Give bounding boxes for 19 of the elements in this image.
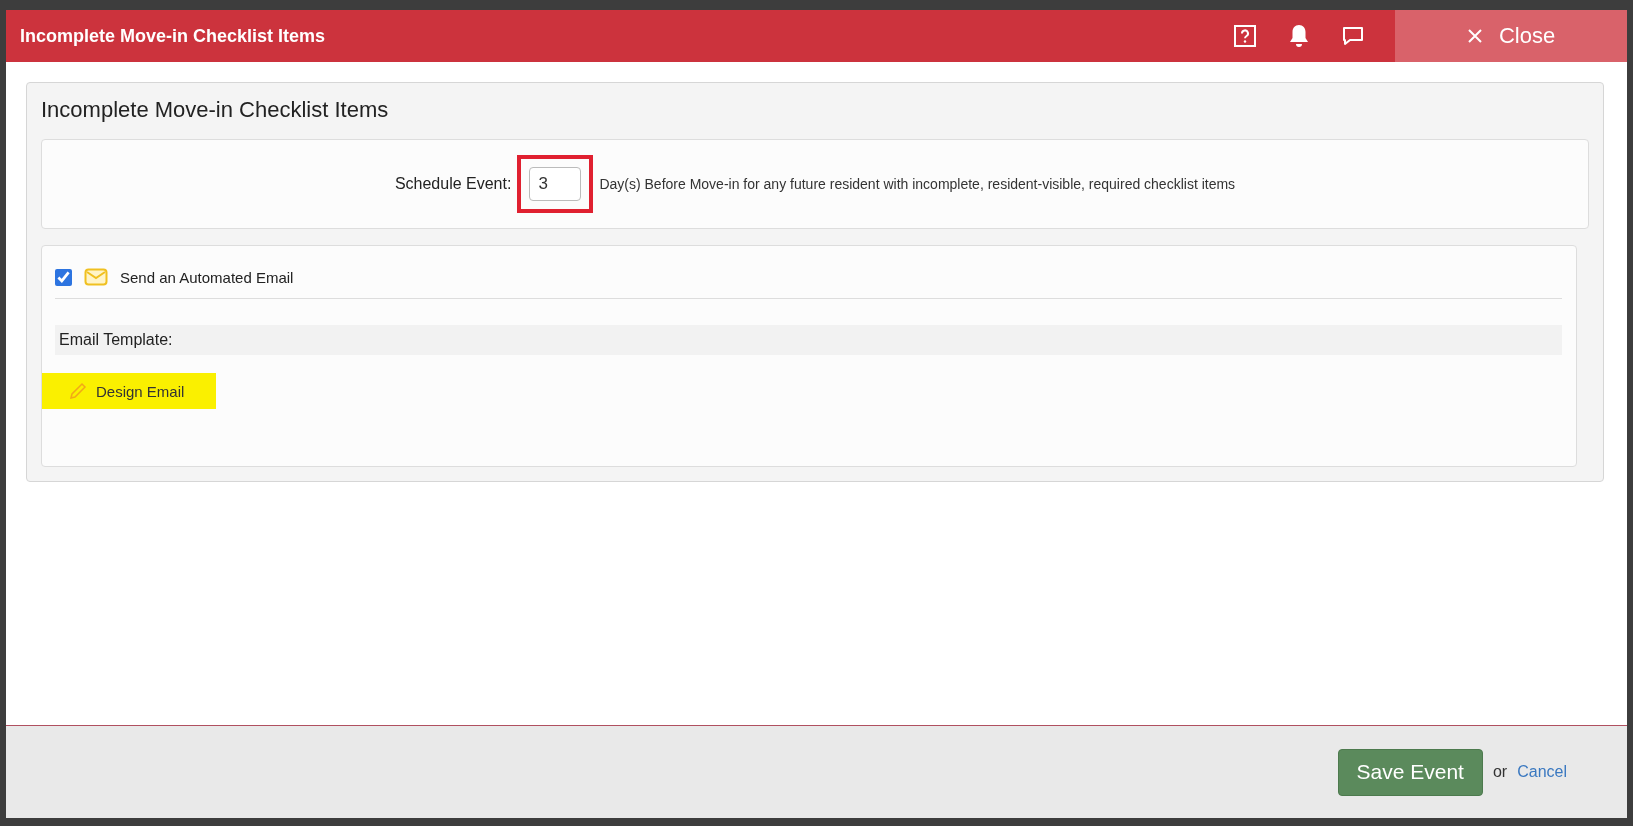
- template-label: Email Template:: [59, 331, 173, 348]
- chat-icon[interactable]: [1341, 25, 1365, 47]
- schedule-label: Schedule Event:: [394, 175, 512, 193]
- help-icon[interactable]: [1233, 24, 1257, 48]
- save-button[interactable]: Save Event: [1337, 748, 1483, 796]
- pencil-icon: [68, 381, 88, 401]
- email-label: Send an Automated Email: [120, 268, 294, 286]
- or-text: or: [1492, 763, 1508, 781]
- schedule-description: Day(s) Before Move-in for any future resident with incomplete, resident-visible, required checklist items: [599, 176, 1236, 192]
- close-icon: [1466, 28, 1483, 44]
- days-field[interactable]: 3: [529, 167, 582, 201]
- design-email-button[interactable]: Design Email: [42, 373, 217, 409]
- close-button[interactable]: Close: [1395, 10, 1627, 62]
- email-checkbox[interactable]: [55, 268, 72, 286]
- cancel-link[interactable]: Cancel: [1517, 763, 1567, 781]
- window-title: Incomplete Move-in Checklist Items: [20, 25, 327, 47]
- envelope-icon: [84, 268, 108, 286]
- bell-icon[interactable]: [1287, 23, 1311, 49]
- panel-heading: Incomplete Move-in Checklist Items: [41, 97, 390, 123]
